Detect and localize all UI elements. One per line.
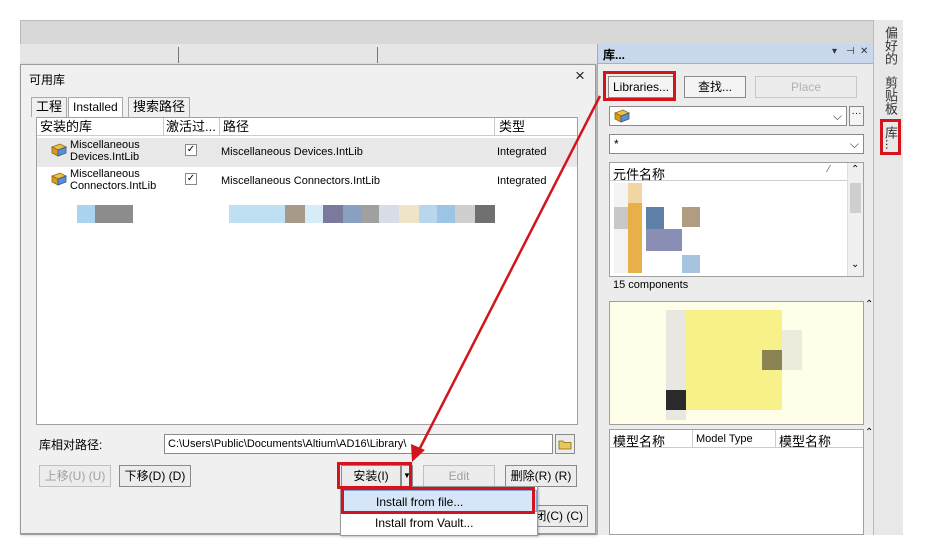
annotation-arrow — [411, 95, 602, 462]
